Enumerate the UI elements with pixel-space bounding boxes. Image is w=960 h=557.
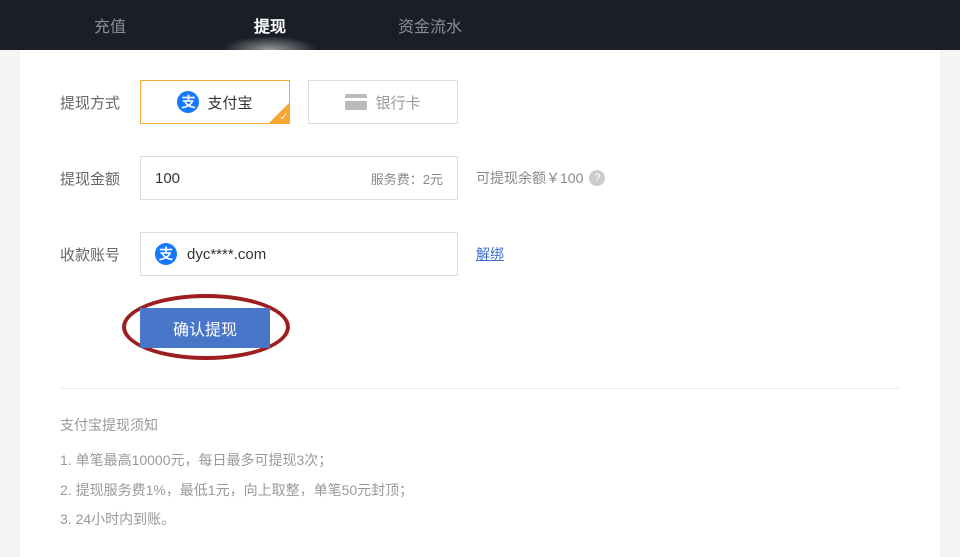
confirm-withdraw-button[interactable]: 确认提现 bbox=[140, 308, 270, 348]
method-group: 支 支付宝 银行卡 bbox=[140, 80, 458, 124]
method-alipay[interactable]: 支 支付宝 bbox=[140, 80, 290, 124]
account-box: 支 dyc****.com bbox=[140, 232, 458, 276]
notice-box: 支付宝提现须知 1. 单笔最高10000元，每日最多可提现3次； 2. 提现服务… bbox=[60, 388, 900, 557]
method-alipay-label: 支付宝 bbox=[207, 92, 252, 113]
tab-withdraw-label: 提现 bbox=[254, 13, 286, 37]
alipay-icon: 支 bbox=[177, 91, 199, 113]
notice-line-2: 2. 提现服务费1%，最低1元，向上取整，单笔50元封顶； bbox=[60, 476, 900, 505]
withdraw-panel: 提现方式 支 支付宝 银行卡 提现金额 服务费：2元 可提现余额￥100 ? 收… bbox=[20, 50, 940, 557]
account-value: dyc****.com bbox=[187, 246, 266, 263]
row-submit: 确认提现 bbox=[60, 308, 900, 348]
selected-corner-icon bbox=[269, 103, 289, 123]
method-bankcard[interactable]: 银行卡 bbox=[308, 80, 458, 124]
alipay-icon: 支 bbox=[155, 243, 177, 265]
tab-recharge[interactable]: 充值 bbox=[30, 0, 190, 50]
notice-line-3: 3. 24小时内到账。 bbox=[60, 505, 900, 534]
amount-input[interactable] bbox=[155, 170, 371, 187]
tab-flow[interactable]: 资金流水 bbox=[350, 0, 510, 50]
balance-text: 可提现余额￥100 ? bbox=[476, 168, 605, 188]
row-account: 收款账号 支 dyc****.com 解绑 bbox=[60, 232, 900, 276]
row-amount: 提现金额 服务费：2元 可提现余额￥100 ? bbox=[60, 156, 900, 200]
method-label: 提现方式 bbox=[60, 92, 140, 113]
method-bankcard-label: 银行卡 bbox=[375, 92, 420, 113]
notice-title: 支付宝提现须知 bbox=[60, 411, 900, 440]
account-label: 收款账号 bbox=[60, 244, 140, 265]
help-icon[interactable]: ? bbox=[589, 170, 605, 186]
tab-withdraw[interactable]: 提现 bbox=[190, 0, 350, 50]
notice-line-1: 1. 单笔最高10000元，每日最多可提现3次； bbox=[60, 446, 900, 475]
balance-value: 可提现余额￥100 bbox=[476, 168, 583, 188]
unbind-link[interactable]: 解绑 bbox=[476, 244, 504, 264]
tab-flow-label: 资金流水 bbox=[398, 13, 462, 37]
row-method: 提现方式 支 支付宝 银行卡 bbox=[60, 80, 900, 124]
tab-recharge-label: 充值 bbox=[94, 13, 126, 37]
amount-input-wrap: 服务费：2元 bbox=[140, 156, 458, 200]
amount-label: 提现金额 bbox=[60, 168, 140, 189]
top-tab-bar: 充值 提现 资金流水 bbox=[0, 0, 960, 50]
bankcard-icon bbox=[345, 94, 367, 110]
service-fee-text: 服务费：2元 bbox=[371, 169, 443, 188]
